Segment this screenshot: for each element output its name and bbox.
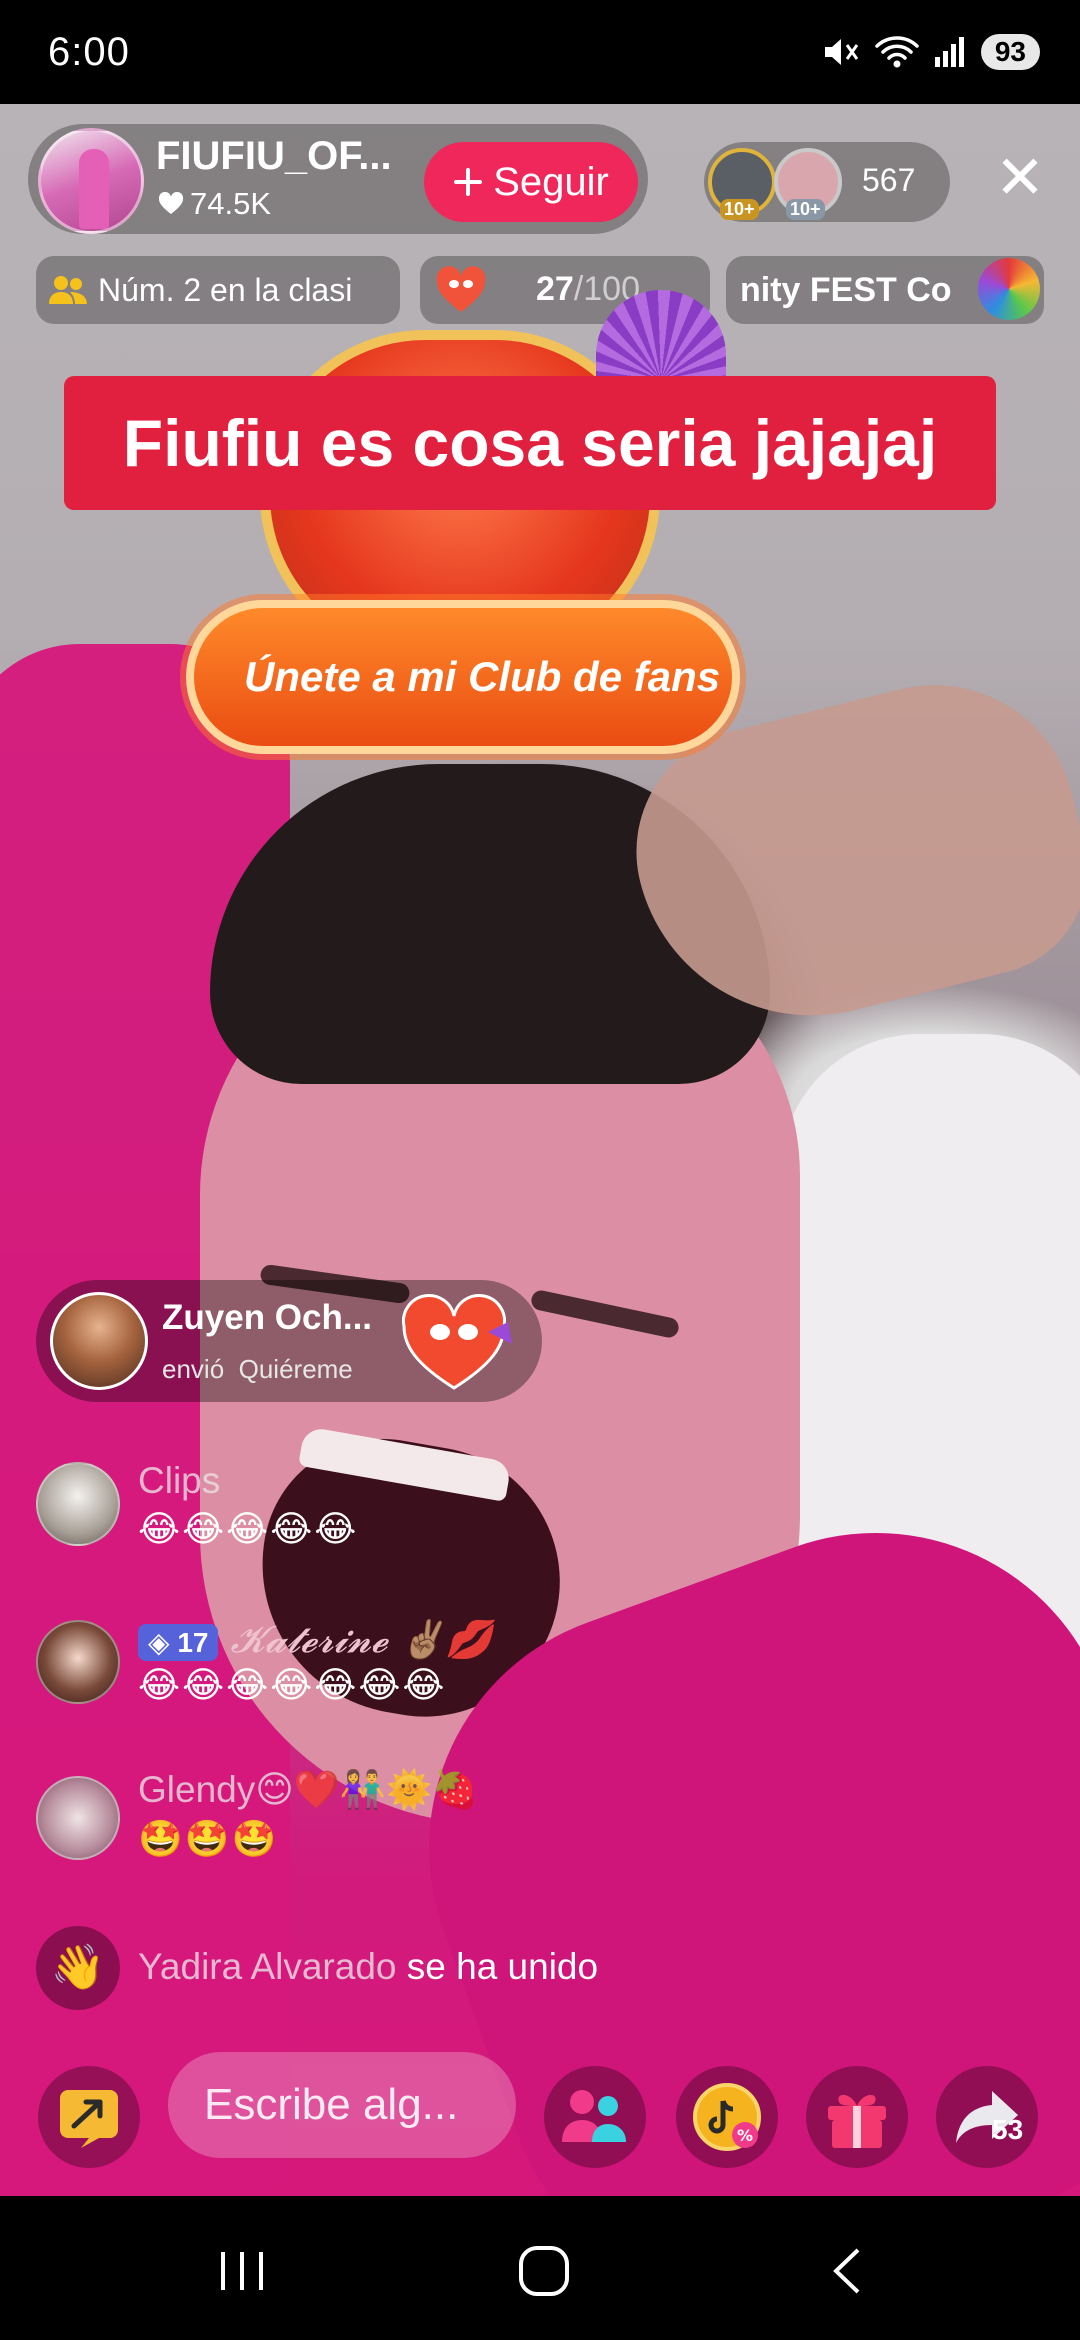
- viewer-badge: 10+: [786, 199, 825, 220]
- share-count: 53: [992, 2114, 1024, 2145]
- battery-icon: 93: [980, 34, 1040, 70]
- comment-input[interactable]: [168, 2052, 516, 2158]
- gift-action: envió: [162, 1354, 225, 1384]
- heart-gift-icon: [436, 266, 486, 312]
- recent-apps-icon[interactable]: [202, 2236, 282, 2306]
- host-likes: 74.5K: [158, 186, 271, 222]
- likes-count: 74.5K: [190, 186, 272, 221]
- follow-label: Seguir: [493, 159, 609, 204]
- mute-icon: [824, 39, 859, 65]
- pinned-comment: Fiufiu es cosa seria jajajaj: [64, 376, 996, 510]
- status-bar: 6:00 93: [0, 0, 1080, 104]
- people-icon: [49, 276, 87, 304]
- viewer-count[interactable]: 567: [862, 162, 915, 199]
- plus-icon: [454, 168, 483, 196]
- chat-avatar[interactable]: [36, 1776, 120, 1860]
- ranking-pill[interactable]: Núm. 2 en la clasi: [36, 256, 400, 324]
- viewer-avatar[interactable]: 10+: [708, 148, 776, 220]
- chat-username[interactable]: Clips: [138, 1460, 220, 1502]
- chat-message: 😂😂😂😂😂: [138, 1508, 359, 1549]
- quick-reply-button[interactable]: [38, 2066, 140, 2168]
- status-icons: 93: [823, 34, 1040, 70]
- gift-sender-avatar[interactable]: [50, 1292, 148, 1390]
- status-time: 6:00: [48, 30, 130, 74]
- gift-sender-name: Zuyen Och...: [162, 1298, 373, 1337]
- join-notice: Yadira Alvarado se ha unido: [138, 1946, 598, 1988]
- close-icon[interactable]: ✕: [990, 148, 1050, 210]
- host-avatar[interactable]: [38, 128, 144, 234]
- chat-avatar[interactable]: [36, 1462, 120, 1546]
- level-badge: ◈ 17: [138, 1624, 219, 1661]
- chat-username[interactable]: Glendy😊❤️👫🌞🍓: [138, 1768, 478, 1812]
- multi-guest-button[interactable]: [544, 2066, 646, 2168]
- viewer-badge: 10+: [720, 199, 759, 220]
- signal-icon: [934, 37, 964, 67]
- chat-username-row: ◈ 17 𝓚𝓪𝓽𝓮𝓻𝓲𝓷𝓮 ✌🏽💋: [138, 1618, 492, 1662]
- chat-username[interactable]: 𝓚𝓪𝓽𝓮𝓻𝓲𝓷𝓮 ✌🏽💋: [230, 1618, 491, 1661]
- event-label: nity FEST Co: [740, 270, 952, 309]
- viewer-avatar[interactable]: 10+: [774, 148, 842, 220]
- host-name[interactable]: FIUFIU_OF...: [156, 134, 392, 179]
- gift-description: envió Quiéreme: [162, 1354, 353, 1385]
- chat-message: 🤩🤩🤩: [138, 1818, 279, 1859]
- level-number: 17: [177, 1627, 209, 1658]
- join-fan-club-button[interactable]: Únete a mi Club de fans: [186, 600, 740, 754]
- wifi-icon: [875, 36, 919, 68]
- tiktok-coin-icon: %: [693, 2083, 761, 2151]
- arrow-box-icon: [60, 2090, 118, 2148]
- event-logo-icon: [978, 258, 1040, 320]
- follow-button[interactable]: Seguir: [424, 142, 638, 222]
- recent-apps-glyph: [221, 2252, 263, 2290]
- chat-message: 😂😂😂😂😂😂😂: [138, 1664, 447, 1705]
- gift-icon: [828, 2094, 886, 2148]
- promo-button[interactable]: %: [676, 2066, 778, 2168]
- multi-guest-icon: [562, 2090, 626, 2142]
- back-icon[interactable]: [806, 2236, 886, 2306]
- home-glyph: [519, 2246, 569, 2296]
- back-glyph: [833, 2248, 860, 2294]
- ranking-label: Núm. 2 en la clasi: [98, 271, 353, 308]
- chat-avatar[interactable]: [36, 1620, 120, 1704]
- gift-button[interactable]: [806, 2066, 908, 2168]
- wave-icon: 👋: [36, 1926, 120, 2010]
- join-action: se ha unido: [406, 1946, 599, 1987]
- svg-text:%: %: [737, 2126, 753, 2145]
- goal-current: 27: [536, 270, 574, 308]
- heart-icon: [158, 192, 184, 214]
- gift-name: Quiéreme: [238, 1354, 353, 1384]
- heart-gift-icon: [402, 1294, 512, 1390]
- avatar-figure: [79, 149, 109, 229]
- home-icon[interactable]: [504, 2236, 584, 2306]
- joined-user-name[interactable]: Yadira Alvarado: [138, 1946, 396, 1987]
